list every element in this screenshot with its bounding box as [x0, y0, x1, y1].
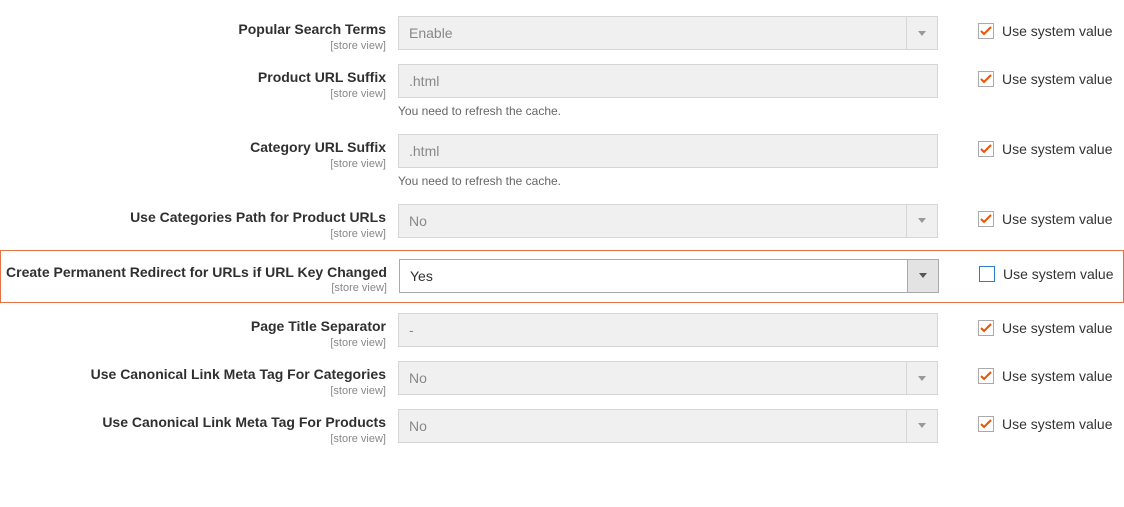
use-system-label: Use system value — [1002, 23, 1112, 39]
use-system-checkbox[interactable] — [978, 23, 994, 39]
dropdown-arrow[interactable] — [907, 259, 939, 293]
dropdown-arrow — [906, 16, 938, 50]
use-system-label: Use system value — [1002, 368, 1112, 384]
setting-row-create-permanent-redirect: Create Permanent Redirect for URLs if UR… — [0, 250, 1124, 304]
use-system-checkbox[interactable] — [978, 368, 994, 384]
use-system-col: Use system value — [978, 204, 1112, 227]
field-col: Enable — [398, 16, 938, 50]
field-scope: [store view] — [0, 385, 386, 397]
field-label: Page Title Separator — [0, 318, 386, 335]
use-system-label: Use system value — [1002, 141, 1112, 157]
field-label: Use Categories Path for Product URLs — [0, 209, 386, 226]
use-system-label: Use system value — [1003, 266, 1113, 282]
field-col: .html You need to refresh the cache. — [398, 134, 938, 192]
field-label: Use Canonical Link Meta Tag For Categori… — [0, 366, 386, 383]
select-input: No — [398, 204, 938, 238]
use-system-label: Use system value — [1002, 211, 1112, 227]
field-value: No — [398, 361, 906, 395]
chevron-down-icon — [919, 273, 927, 278]
dropdown-arrow — [906, 409, 938, 443]
use-system-checkbox[interactable] — [979, 266, 995, 282]
use-system-col: Use system value — [978, 313, 1112, 336]
use-system-checkbox[interactable] — [978, 71, 994, 87]
field-label: Product URL Suffix — [0, 69, 386, 86]
field-note: You need to refresh the cache. — [398, 174, 938, 188]
label-col: Product URL Suffix [store view] — [0, 64, 398, 100]
setting-row-canonical-categories: Use Canonical Link Meta Tag For Categori… — [0, 355, 1124, 403]
field-col: - — [398, 313, 938, 347]
label-col: Create Permanent Redirect for URLs if UR… — [1, 259, 399, 295]
field-value: .html — [398, 134, 938, 168]
setting-row-product-url-suffix: Product URL Suffix [store view] .html You n… — [0, 58, 1124, 128]
field-note: You need to refresh the cache. — [398, 104, 938, 118]
field-value: .html — [398, 64, 938, 98]
use-system-label: Use system value — [1002, 71, 1112, 87]
field-scope: [store view] — [0, 88, 386, 100]
settings-form: Popular Search Terms [store view] Enable Us… — [0, 10, 1124, 451]
label-col: Use Canonical Link Meta Tag For Categori… — [0, 361, 398, 397]
label-col: Use Categories Path for Product URLs [sto… — [0, 204, 398, 240]
setting-row-popular-search-terms: Popular Search Terms [store view] Enable Us… — [0, 10, 1124, 58]
field-label: Create Permanent Redirect for URLs if UR… — [1, 264, 387, 281]
field-col: No — [398, 204, 938, 238]
field-scope: [store view] — [0, 228, 386, 240]
field-value: No — [398, 204, 906, 238]
select-input: No — [398, 409, 938, 443]
select-input[interactable]: Yes — [399, 259, 939, 293]
dropdown-arrow — [906, 361, 938, 395]
label-col: Page Title Separator [store view] — [0, 313, 398, 349]
field-scope: [store view] — [0, 40, 386, 52]
use-system-col: Use system value — [978, 64, 1112, 87]
field-value[interactable]: Yes — [399, 259, 907, 293]
select-input: No — [398, 361, 938, 395]
setting-row-use-categories-path: Use Categories Path for Product URLs [sto… — [0, 198, 1124, 246]
chevron-down-icon — [918, 31, 926, 36]
use-system-checkbox[interactable] — [978, 211, 994, 227]
use-system-col: Use system value — [978, 361, 1112, 384]
text-input: .html — [398, 64, 938, 98]
use-system-label: Use system value — [1002, 320, 1112, 336]
select-input: Enable — [398, 16, 938, 50]
use-system-col: Use system value — [978, 134, 1112, 157]
field-label: Category URL Suffix — [0, 139, 386, 156]
chevron-down-icon — [918, 376, 926, 381]
field-scope: [store view] — [0, 158, 386, 170]
chevron-down-icon — [918, 218, 926, 223]
label-col: Popular Search Terms [store view] — [0, 16, 398, 52]
field-value: - — [398, 313, 938, 347]
setting-row-canonical-products: Use Canonical Link Meta Tag For Products… — [0, 403, 1124, 451]
use-system-col: Use system value — [979, 259, 1113, 282]
dropdown-arrow — [906, 204, 938, 238]
field-col: No — [398, 409, 938, 443]
field-col: No — [398, 361, 938, 395]
field-label: Popular Search Terms — [0, 21, 386, 38]
use-system-checkbox[interactable] — [978, 320, 994, 336]
use-system-checkbox[interactable] — [978, 416, 994, 432]
use-system-checkbox[interactable] — [978, 141, 994, 157]
label-col: Category URL Suffix [store view] — [0, 134, 398, 170]
field-scope: [store view] — [0, 337, 386, 349]
field-value: Enable — [398, 16, 906, 50]
use-system-col: Use system value — [978, 409, 1112, 432]
field-col: Yes — [399, 259, 939, 293]
field-scope: [store view] — [0, 433, 386, 445]
use-system-label: Use system value — [1002, 416, 1112, 432]
field-label: Use Canonical Link Meta Tag For Products — [0, 414, 386, 431]
field-col: .html You need to refresh the cache. — [398, 64, 938, 122]
field-scope: [store view] — [1, 282, 387, 294]
setting-row-page-title-separator: Page Title Separator [store view]- Use sys… — [0, 307, 1124, 355]
text-input: .html — [398, 134, 938, 168]
text-input: - — [398, 313, 938, 347]
setting-row-category-url-suffix: Category URL Suffix [store view] .html You … — [0, 128, 1124, 198]
label-col: Use Canonical Link Meta Tag For Products… — [0, 409, 398, 445]
chevron-down-icon — [918, 423, 926, 428]
field-value: No — [398, 409, 906, 443]
use-system-col: Use system value — [978, 16, 1112, 39]
